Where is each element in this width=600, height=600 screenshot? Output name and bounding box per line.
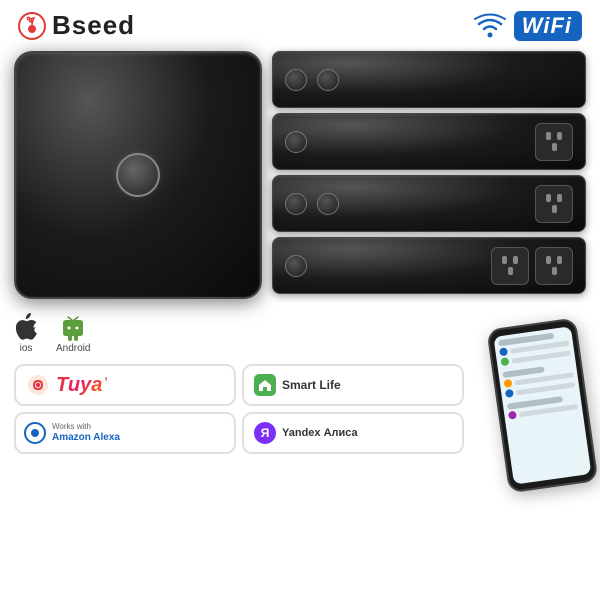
eu-socket-3a <box>491 247 529 285</box>
badges-grid: Tuya ʼ Smart Life Works with <box>14 364 464 454</box>
smart-life-text: Smart Life <box>282 378 341 392</box>
tuya-curl-icon: ʼ <box>104 376 108 394</box>
socket-hole-bottom <box>552 143 557 151</box>
socket-hole-left-2 <box>546 194 551 202</box>
socket-hole-l-3b <box>546 256 551 264</box>
eu-socket-2 <box>535 185 573 223</box>
brand-name-text: Bseed <box>52 10 135 41</box>
wifi-badge-label: WiFi <box>514 11 582 41</box>
socket-holes-2 <box>546 194 562 213</box>
alexa-text-group: Works with Amazon Alexa <box>52 423 120 443</box>
switch-button-right[interactable] <box>317 69 339 91</box>
alexa-badge: Works with Amazon Alexa <box>14 412 236 454</box>
socket-holes <box>546 132 562 151</box>
socket-hole-left <box>546 132 551 140</box>
socket-hole-b-3a <box>508 267 513 275</box>
brand-icon <box>18 12 46 40</box>
socket-holes-3b <box>546 256 562 275</box>
switch-button-left-2[interactable] <box>285 193 307 215</box>
platform-android: Android <box>56 313 90 354</box>
socket-holes-3a <box>502 256 518 275</box>
two-buttons <box>285 69 339 91</box>
switch-button-single[interactable] <box>285 131 307 153</box>
socket-top-holes-3b <box>546 256 562 264</box>
main-content <box>0 47 600 305</box>
phone-dot-1 <box>499 347 508 356</box>
yandex-logo-symbol: Я <box>261 426 270 440</box>
socket-hole-right <box>557 132 562 140</box>
tuya-logo-icon <box>26 373 50 397</box>
socket-hole-r-3a <box>513 256 518 264</box>
one-button <box>285 131 307 153</box>
header: Bseed WiFi <box>0 0 600 47</box>
alexa-small-text: Works with <box>52 423 120 432</box>
android-icon <box>61 313 85 341</box>
phone-mockup <box>486 317 598 493</box>
socket-hole-right-2 <box>557 194 562 202</box>
yandex-text: Yandex Алиса <box>282 427 358 439</box>
home-icon <box>257 377 273 393</box>
alexa-ring-inner <box>31 429 39 437</box>
switch-button[interactable] <box>116 153 160 197</box>
yandex-badge: Я Yandex Алиса <box>242 412 464 454</box>
bottom-left: ios Android <box>14 313 464 478</box>
socket-hole-b-3b <box>552 267 557 275</box>
switch-button-right-2[interactable] <box>317 193 339 215</box>
smart-life-badge: Smart Life <box>242 364 464 406</box>
wifi-icon <box>472 12 508 40</box>
bottom-section: ios Android <box>0 305 600 478</box>
alexa-ring-icon <box>24 422 46 444</box>
socket-top-holes-2 <box>546 194 562 202</box>
small-panels-grid <box>272 51 586 299</box>
one-button-3 <box>285 255 307 277</box>
socket-hole-r-3b <box>557 256 562 264</box>
eu-socket-3b <box>535 247 573 285</box>
phone-dot-4 <box>505 389 514 398</box>
panel-2gang-socket <box>272 175 586 232</box>
smart-life-icon <box>254 374 276 396</box>
platform-ios: ios <box>14 313 38 354</box>
panel-1gang-socket <box>272 113 586 170</box>
yandex-icon: Я <box>254 422 276 444</box>
phone-screen <box>493 326 591 484</box>
double-eu-socket <box>491 247 573 285</box>
socket-top-holes <box>546 132 562 140</box>
eu-socket <box>535 123 573 161</box>
android-label: Android <box>56 343 90 354</box>
socket-hole-l-3a <box>502 256 507 264</box>
alexa-main-text: Amazon Alexa <box>52 432 120 443</box>
ios-label: ios <box>20 343 33 354</box>
wifi-area: WiFi <box>472 11 582 41</box>
large-switch-panel <box>14 51 262 299</box>
switch-button-left[interactable] <box>285 69 307 91</box>
two-buttons-2 <box>285 193 339 215</box>
panel-double-socket <box>272 237 586 294</box>
socket-top-holes-3a <box>502 256 518 264</box>
brand-logo: Bseed <box>18 10 135 41</box>
phone-dot-5 <box>508 411 517 420</box>
phone-area <box>476 313 586 478</box>
tuya-text: Tuya <box>56 374 102 397</box>
phone-dot-3 <box>503 379 512 388</box>
switch-button-single-3[interactable] <box>285 255 307 277</box>
phone-dot-2 <box>500 357 509 366</box>
platform-row: ios Android <box>14 313 464 354</box>
socket-hole-bottom-2 <box>552 205 557 213</box>
panel-2gang <box>272 51 586 108</box>
tuya-badge: Tuya ʼ <box>14 364 236 406</box>
apple-icon <box>14 313 38 341</box>
